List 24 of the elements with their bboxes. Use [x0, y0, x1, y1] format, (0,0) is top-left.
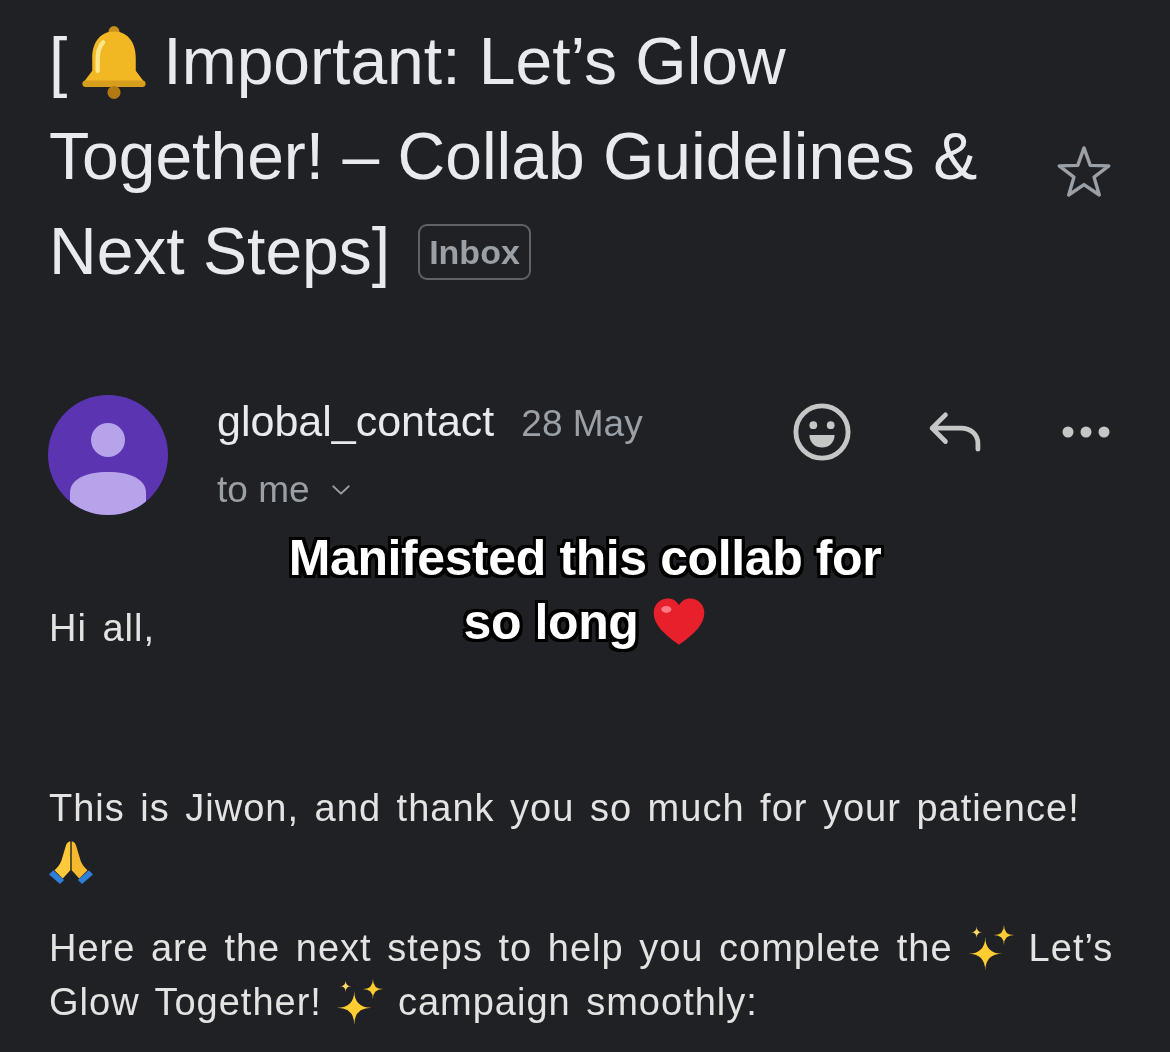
recipients-button[interactable]: to me [217, 467, 350, 513]
message-date: 28 May [521, 402, 643, 446]
body-text: This is Jiwon, and thank you so much for your patience! [49, 786, 1080, 830]
sender-name: global_contact [217, 396, 495, 447]
caption-text: Manifested this collab for [288, 529, 882, 587]
praying-hands-icon [49, 840, 93, 884]
body-text: Here are the next steps to help you complete the [49, 926, 953, 970]
avatar-icon [48, 395, 168, 515]
smiley-icon[interactable] [793, 403, 851, 461]
body-text: campaign smoothly: [397, 980, 758, 1024]
heart-icon [652, 597, 707, 647]
email-subject: Together! – Collab Guidelines & [49, 118, 978, 195]
body-text: Hi all, [49, 606, 156, 650]
star-icon[interactable] [1055, 145, 1113, 199]
body-text: Glow Together! [49, 980, 322, 1024]
email-subject: [ [49, 23, 68, 100]
reply-icon[interactable] [928, 411, 982, 453]
body-text: Let’s [1028, 926, 1114, 970]
more-icon[interactable] [1062, 426, 1110, 438]
email-subject: Important: Let’s Glow [163, 23, 786, 100]
inbox-label: Inbox [418, 223, 531, 280]
email-subject: Next Steps] [49, 213, 391, 290]
chevron-down-icon [331, 485, 350, 495]
caption-text: so long [463, 593, 639, 651]
